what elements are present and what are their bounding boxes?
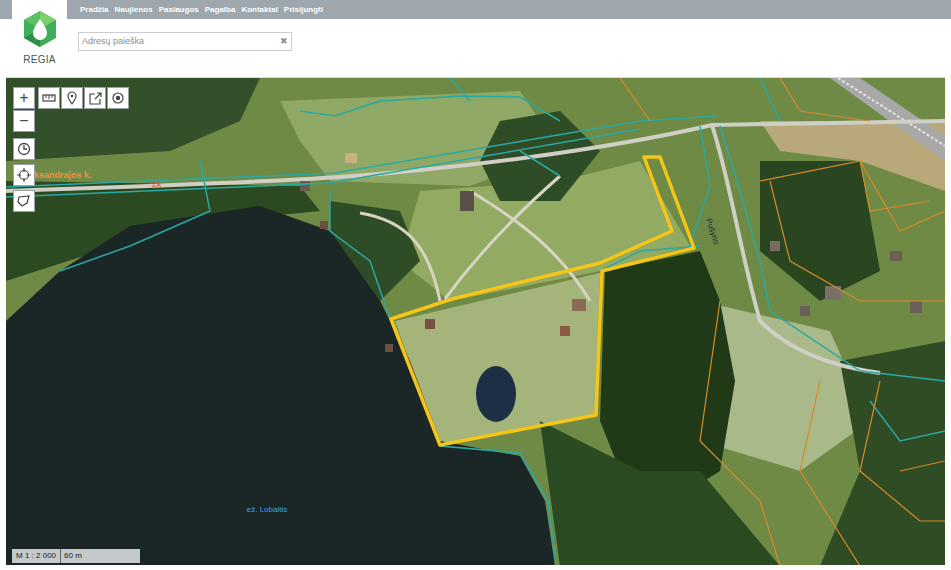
target-button[interactable] [107,87,129,109]
header: Pradžia Naujienos Paslaugos Pagalba Kont… [0,0,951,77]
scale-bar: M 1 : 2 000 60 m [12,549,140,563]
nav-link[interactable]: Paslaugos [159,4,199,16]
scale-ratio: M 1 : 2 000 [12,549,60,563]
marker-button[interactable] [61,87,83,109]
search-box: ✖ [78,32,292,51]
top-nav: Pradžia Naujienos Paslaugos Pagalba Kont… [0,0,951,19]
measure-button[interactable] [38,87,60,109]
polygon-button[interactable] [13,190,35,212]
target-icon [112,92,124,104]
export-button[interactable] [84,87,106,109]
zoom-in-button[interactable]: + [13,87,35,109]
clock-icon [17,142,31,156]
clear-button[interactable]: ✖ [280,35,288,49]
scale-distance: 60 m [60,549,140,563]
nav-link[interactable]: Pagalba [205,4,236,16]
crosshair-icon [17,168,31,182]
nav-link[interactable]: Pradžia [80,4,108,16]
ruler-icon [42,93,56,103]
map-label: ŽA [152,180,161,191]
zoom-out-button[interactable]: − [13,110,35,132]
aerial-map [6,78,945,565]
logo-label: REGIA [23,52,55,67]
map[interactable]: Aleksandrajos k. ŽA Pušyno ež. Lobaitis … [6,77,945,565]
polygon-icon [17,195,31,207]
map-side-tools: − [13,110,35,212]
history-button[interactable] [13,138,35,160]
pin-icon [67,91,77,105]
export-icon [89,92,102,105]
search-input[interactable] [82,35,278,49]
map-toolbar: + [13,87,129,109]
logo[interactable]: REGIA [12,0,67,70]
nav-link[interactable]: Kontaktai [241,4,277,16]
nav-link[interactable]: Prisijungti [284,4,323,16]
regia-logo-icon [21,10,59,48]
lake-label: ež. Lobaitis [242,506,292,515]
nav-link[interactable]: Naujienos [114,4,152,16]
locate-button[interactable] [13,164,35,186]
